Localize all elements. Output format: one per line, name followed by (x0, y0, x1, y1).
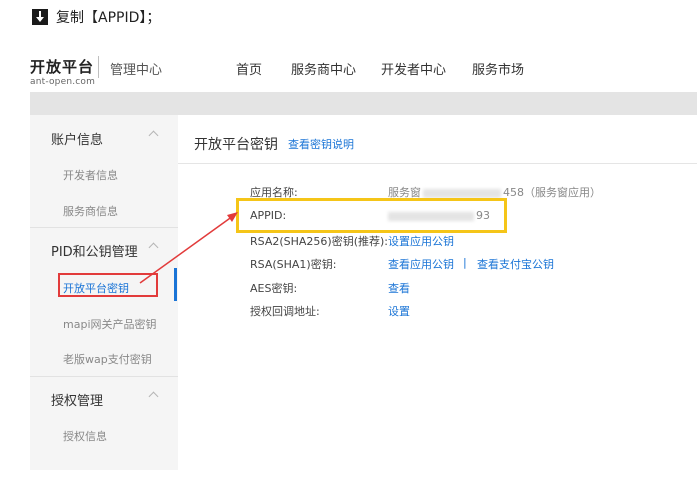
red-arrow-icon (139, 212, 238, 284)
